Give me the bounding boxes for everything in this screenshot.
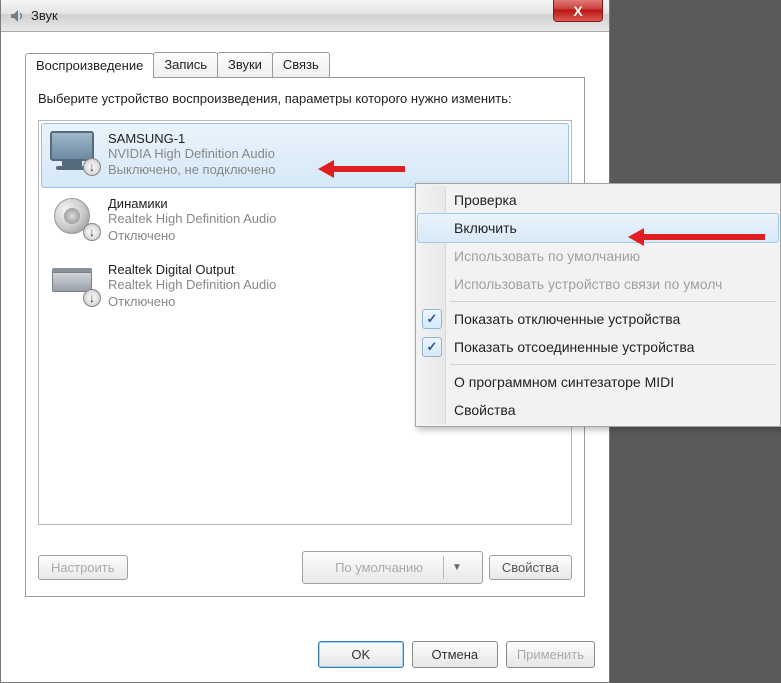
device-driver: NVIDIA High Definition Audio [108, 146, 562, 163]
menu-show-disconnected[interactable]: ✓ Показать отсоединенные устройства [418, 333, 778, 361]
close-button[interactable]: X [553, 0, 603, 22]
device-name: SAMSUNG-1 [108, 131, 562, 146]
menu-test[interactable]: Проверка [418, 186, 778, 214]
ok-button[interactable]: OK [318, 641, 404, 668]
menu-properties[interactable]: Свойства [418, 396, 778, 424]
close-icon: X [573, 3, 582, 19]
tab-strip: Воспроизведение Запись Звуки Связь [25, 52, 585, 77]
window-title: Звук [31, 8, 58, 23]
tab-communications[interactable]: Связь [272, 52, 330, 77]
annotation-arrow [325, 166, 405, 172]
set-default-button[interactable]: По умолчанию ▼ [302, 551, 483, 584]
menu-separator [450, 301, 776, 302]
down-arrow-badge-icon: ↓ [83, 158, 101, 176]
menu-show-disabled[interactable]: ✓ Показать отключенные устройства [418, 305, 778, 333]
configure-button[interactable]: Настроить [38, 555, 128, 580]
menu-label: Показать отключенные устройства [454, 311, 680, 327]
menu-set-comm-default[interactable]: Использовать устройство связи по умолч [418, 270, 778, 298]
titlebar: Звук X [1, 0, 609, 32]
tab-sounds[interactable]: Звуки [217, 52, 273, 77]
annotation-arrow [635, 234, 765, 240]
check-icon: ✓ [422, 309, 442, 329]
down-arrow-badge-icon: ↓ [83, 223, 101, 241]
panel-buttons: Настроить По умолчанию ▼ Свойства [38, 551, 572, 584]
sound-icon [9, 8, 25, 24]
menu-label: Показать отсоединенные устройства [454, 339, 694, 355]
check-icon: ✓ [422, 337, 442, 357]
menu-separator [450, 364, 776, 365]
properties-button[interactable]: Свойства [489, 555, 572, 580]
audio-device-icon: ↓ [48, 262, 96, 304]
instruction-text: Выберите устройство воспроизведения, пар… [38, 90, 572, 108]
menu-about-midi[interactable]: О программном синтезаторе MIDI [418, 368, 778, 396]
chevron-down-icon[interactable]: ▼ [444, 558, 470, 577]
speaker-icon: ↓ [48, 196, 96, 238]
cancel-button[interactable]: Отмена [412, 641, 498, 668]
down-arrow-badge-icon: ↓ [83, 289, 101, 307]
tab-playback[interactable]: Воспроизведение [25, 53, 154, 78]
set-default-label: По умолчанию [315, 556, 444, 579]
device-context-menu: Проверка Включить Использовать по умолча… [415, 183, 781, 427]
device-item-samsung[interactable]: ↓ SAMSUNG-1 NVIDIA High Definition Audio… [41, 123, 569, 189]
menu-set-default[interactable]: Использовать по умолчанию [418, 242, 778, 270]
monitor-icon: ↓ [48, 131, 96, 173]
apply-button[interactable]: Применить [506, 641, 595, 668]
tab-recording[interactable]: Запись [153, 52, 218, 77]
dialog-buttons: OK Отмена Применить [318, 641, 595, 668]
